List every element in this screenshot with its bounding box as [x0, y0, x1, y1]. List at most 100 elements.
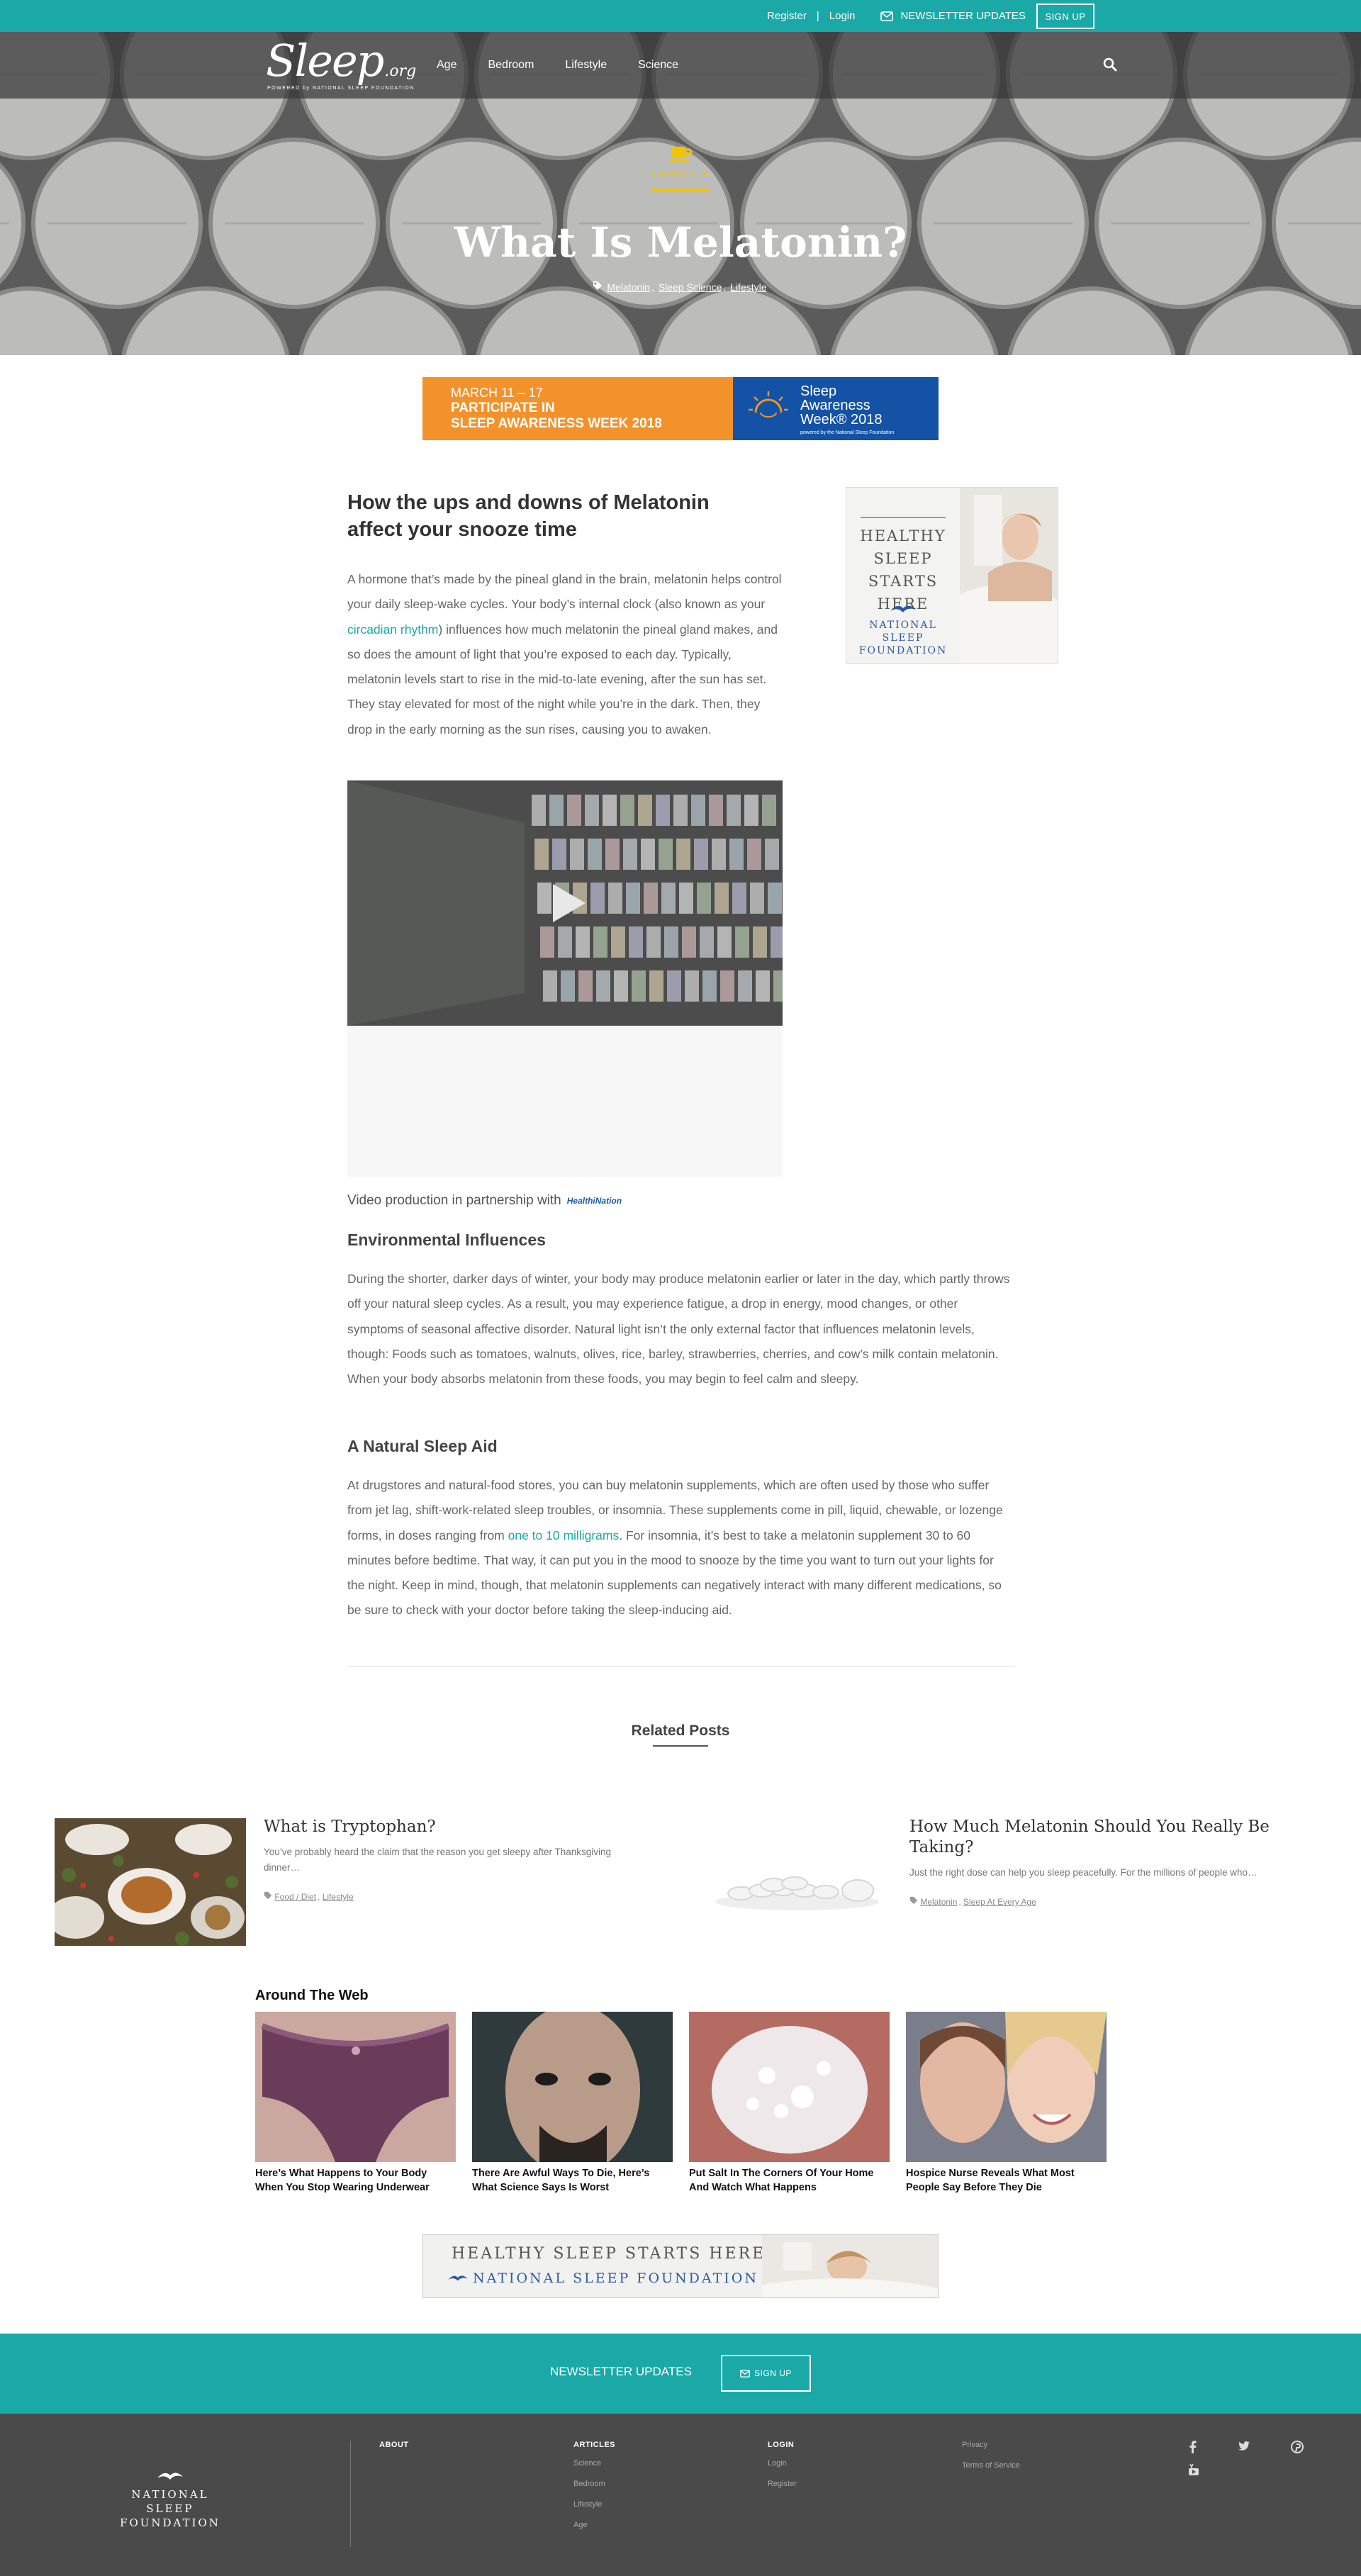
hero-tag-sleep-science[interactable]: Sleep Science	[659, 281, 722, 293]
register-link[interactable]: Register	[767, 10, 807, 22]
pharmacy-shelf-image	[347, 780, 783, 1026]
footer-logo-line2: FOUNDATION	[120, 2516, 220, 2529]
banner-brand-3: Week® 2018	[800, 412, 883, 427]
heading-environmental: Environmental Influences	[347, 1231, 546, 1249]
related-excerpt-tryptophan: You’ve probably heard the claim that the…	[264, 1847, 612, 1873]
footer-link-science[interactable]: Science	[573, 2459, 615, 2468]
footer-link-login[interactable]: Login	[768, 2459, 797, 2468]
related-post-tryptophan[interactable]: What is Tryptophan? You’ve probably hear…	[264, 1817, 646, 1902]
video-credit: Video production in partnership with Hea…	[347, 1193, 622, 1209]
side-ad-org1: NATIONAL SLEEP	[869, 620, 937, 644]
related-excerpt-melatonin: Just the right dose can help you sleep p…	[909, 1867, 1258, 1878]
melatonin-pills-image[interactable]	[705, 1817, 890, 1944]
sponsored-caption[interactable]: There Are Awful Ways To Die, Here’s What…	[472, 2166, 673, 2195]
nav-item-age[interactable]: Age	[437, 59, 457, 72]
footer-col-about: ABOUT	[379, 2441, 409, 2459]
banner-brand: Sleep Awareness Week® 2018	[800, 384, 883, 427]
intro-text-2: ) influences how much melatonin the pine…	[347, 622, 778, 737]
category-label[interactable]: LIFESTYLE	[0, 170, 1361, 180]
top-utility-bar: Register | Login NEWSLETTER UPDATES SIGN…	[0, 0, 1361, 32]
nav-item-lifestyle[interactable]: Lifestyle	[565, 59, 607, 72]
sleeping-woman-image	[762, 2235, 938, 2297]
sponsored-caption[interactable]: Here’s What Happens to Your Body When Yo…	[255, 2166, 456, 2195]
article-title: How the ups and downs of Melatonin affec…	[347, 491, 710, 541]
footer-divider	[350, 2441, 351, 2547]
banner-right: Sleep Awareness Week® 2018 powered by th…	[733, 377, 939, 440]
article-intro: A hormone that’s made by the pineal glan…	[347, 567, 787, 742]
youtube-icon[interactable]	[1187, 2463, 1200, 2476]
sponsored-tile[interactable]: Put Salt In The Corners Of Your Home And…	[689, 2012, 890, 2195]
banner-line2: SLEEP AWARENESS WEEK 2018	[451, 416, 662, 431]
video-player[interactable]	[347, 780, 783, 1026]
sleeping-woman-image	[960, 488, 1058, 663]
newsletter-signup-button[interactable]: SIGN UP	[721, 2355, 811, 2392]
footer-link-bedroom[interactable]: Bedroom	[573, 2480, 615, 2488]
site-logo[interactable]: Sleep.org POWERED by NATIONAL SLEEP FOUN…	[266, 35, 417, 91]
footer-login-heading[interactable]: LOGIN	[768, 2441, 797, 2449]
footer-articles-heading[interactable]: ARTICLES	[573, 2441, 615, 2449]
nav-item-science[interactable]: Science	[638, 59, 678, 72]
sleep-awareness-banner-ad[interactable]: MARCH 11 – 17 PARTICIPATE IN SLEEP AWARE…	[422, 377, 939, 440]
pinterest-icon[interactable]	[1291, 2441, 1304, 2453]
logo-suffix: .org	[384, 62, 417, 80]
tag-food-diet[interactable]: Food / Diet	[274, 1892, 316, 1902]
newsletter-button-label: SIGN UP	[754, 2368, 792, 2378]
related-title-melatonin[interactable]: How Much Melatonin Should You Really Be …	[909, 1817, 1306, 1858]
circadian-rhythm-link[interactable]: circadian rhythm	[347, 622, 438, 637]
footer-link-register[interactable]: Register	[768, 2480, 797, 2488]
hero-tag-lifestyle[interactable]: Lifestyle	[730, 281, 766, 293]
search-icon[interactable]	[1103, 57, 1117, 72]
sponsored-caption[interactable]: Put Salt In The Corners Of Your Home And…	[689, 2166, 890, 2195]
side-ad-line3: STARTS	[868, 573, 939, 590]
login-link[interactable]: Login	[829, 10, 856, 22]
tag-icon	[264, 1891, 272, 1900]
nsf-side-ad[interactable]: HEALTHY SLEEP STARTS HERE NATIONAL SLEEP…	[846, 487, 1058, 664]
related-tags-tryptophan: Food / Diet, Lifestyle	[264, 1891, 646, 1902]
healthination-logo[interactable]: HealthiNation	[567, 1196, 622, 1206]
paragraph-environmental: During the shorter, darker days of winte…	[347, 1272, 1010, 1387]
underwear-image	[255, 2012, 456, 2162]
top-links: Register | Login NEWSLETTER UPDATES	[767, 0, 1026, 32]
banner-powered: powered by the National Sleep Foundation	[800, 430, 895, 435]
banner-left: MARCH 11 – 17 PARTICIPATE IN SLEEP AWARE…	[422, 377, 733, 440]
footer-link-lifestyle[interactable]: Lifestyle	[573, 2500, 615, 2509]
side-ad-headline: HEALTHY SLEEP STARTS HERE	[846, 502, 960, 615]
sponsored-tile[interactable]: There Are Awful Ways To Die, Here’s What…	[472, 2012, 673, 2195]
newsletter-link[interactable]: NEWSLETTER UPDATES	[880, 10, 1026, 22]
side-ad-org2: FOUNDATION	[858, 645, 948, 656]
envelope-icon	[880, 11, 894, 21]
sponsored-tile[interactable]: Here’s What Happens to Your Body When Yo…	[255, 2012, 456, 2195]
tag-melatonin[interactable]: Melatonin	[920, 1897, 957, 1907]
related-post-melatonin[interactable]: How Much Melatonin Should You Really Be …	[909, 1817, 1306, 1907]
separator: |	[816, 10, 819, 22]
footer-link-terms[interactable]: Terms of Service	[962, 2461, 1020, 2470]
bottom-ad-line1: HEALTHY SLEEP STARTS HERE	[452, 2245, 766, 2263]
category-block: LIFESTYLE	[0, 145, 1361, 191]
footer-logo[interactable]: NATIONAL SLEEP FOUNDATION	[106, 2487, 234, 2530]
thanksgiving-dinner-image[interactable]	[55, 1818, 246, 1946]
coffee-cup-icon	[669, 147, 693, 162]
signup-button[interactable]: SIGN UP	[1036, 4, 1094, 29]
hero-tags: Melatonin, Sleep Science, Lifestyle	[0, 281, 1361, 293]
nsf-bird-icon	[890, 605, 916, 612]
nav-item-bedroom[interactable]: Bedroom	[488, 59, 534, 72]
related-title-tryptophan[interactable]: What is Tryptophan?	[264, 1817, 646, 1837]
nsf-bottom-ad[interactable]: HEALTHY SLEEP STARTS HERE NATIONAL SLEEP…	[422, 2234, 939, 2298]
footer-link-age[interactable]: Age	[573, 2521, 615, 2529]
footer-col-articles: ARTICLES Science Bedroom Lifestyle Age	[573, 2441, 615, 2541]
sponsored-caption[interactable]: Hospice Nurse Reveals What Most People S…	[906, 2166, 1107, 2195]
sponsored-tile[interactable]: Hospice Nurse Reveals What Most People S…	[906, 2012, 1107, 2195]
footer-link-privacy[interactable]: Privacy	[962, 2441, 1020, 2449]
tag-sleep-at-every-age[interactable]: Sleep At Every Age	[963, 1897, 1036, 1907]
envelope-icon	[740, 2369, 751, 2378]
dose-link[interactable]: one to 10 milligrams	[508, 1528, 620, 1542]
man-face-image	[472, 2012, 673, 2162]
facebook-icon[interactable]	[1187, 2441, 1199, 2453]
video-credit-text: Video production in partnership with	[347, 1193, 561, 1208]
salt-image	[689, 2012, 890, 2162]
footer-about-link[interactable]: ABOUT	[379, 2441, 409, 2449]
tag-lifestyle[interactable]: Lifestyle	[323, 1892, 354, 1902]
hero-tag-melatonin[interactable]: Melatonin	[607, 281, 650, 293]
twitter-icon[interactable]	[1238, 2441, 1250, 2452]
logo-word: Sleep	[266, 35, 384, 86]
